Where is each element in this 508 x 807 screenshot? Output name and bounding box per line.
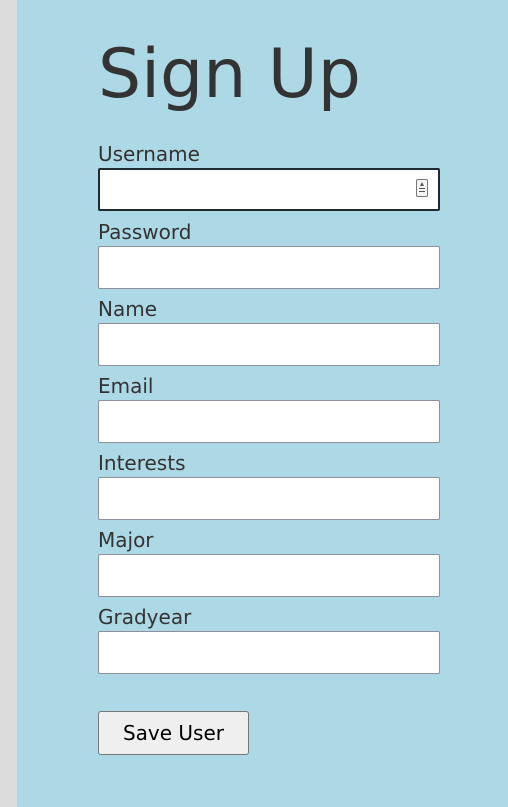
name-label: Name: [98, 297, 158, 321]
interests-input[interactable]: [98, 477, 440, 520]
major-label: Major: [98, 528, 154, 552]
email-field-group: Email: [98, 374, 442, 443]
major-field-group: Major: [98, 528, 442, 597]
gradyear-label: Gradyear: [98, 605, 192, 629]
gradyear-input[interactable]: [98, 631, 440, 674]
email-label: Email: [98, 374, 154, 398]
page-title: Sign Up: [98, 35, 361, 114]
username-label: Username: [98, 142, 200, 166]
autofill-contact-icon[interactable]: [416, 179, 428, 197]
interests-label: Interests: [98, 451, 186, 475]
name-input[interactable]: [98, 323, 440, 366]
gradyear-field-group: Gradyear: [98, 605, 442, 674]
password-input[interactable]: [98, 246, 440, 289]
password-field-group: Password: [98, 220, 442, 289]
interests-field-group: Interests: [98, 451, 442, 520]
email-input[interactable]: [98, 400, 440, 443]
major-input[interactable]: [98, 554, 440, 597]
signup-panel: Sign Up Username Password Name Email Int…: [17, 0, 508, 807]
password-label: Password: [98, 220, 192, 244]
username-input[interactable]: [98, 168, 440, 211]
save-user-button[interactable]: Save User: [98, 711, 249, 755]
name-field-group: Name: [98, 297, 442, 366]
username-field-group: Username: [98, 142, 442, 211]
